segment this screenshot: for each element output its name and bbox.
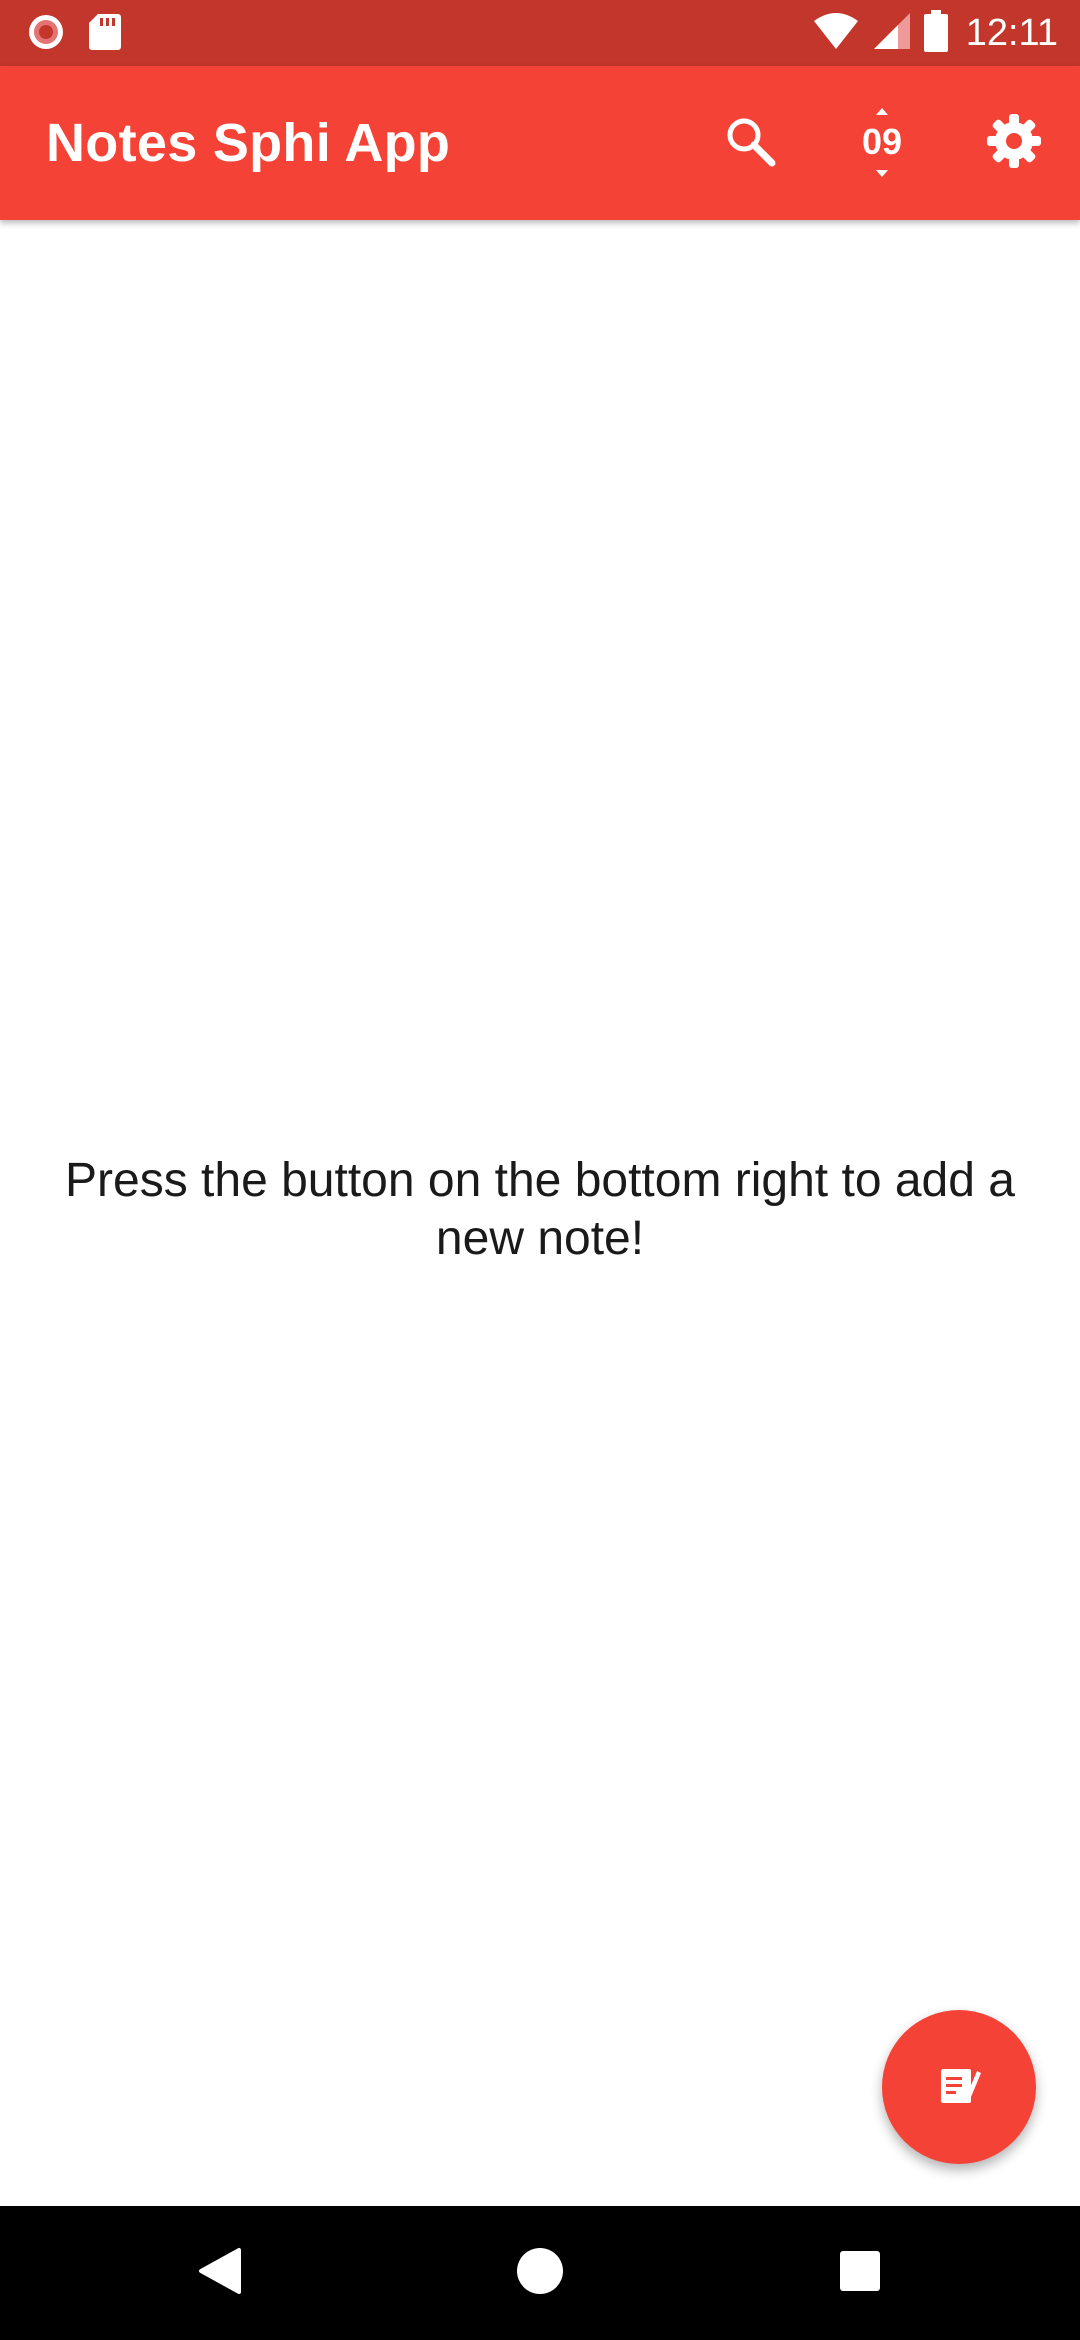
back-button[interactable] [180,2236,260,2310]
sort-button[interactable]: 09 [838,99,926,187]
recents-icon [838,2249,882,2298]
settings-icon [985,112,1043,175]
sort-icon-label: 09 [861,121,903,162]
search-icon [722,113,778,174]
navigation-bar [0,2206,1080,2340]
status-bar: 12:11 [0,0,1080,66]
app-bar: Notes Sphi App 09 [0,66,1080,220]
cell-signal-icon [872,11,912,56]
back-icon [197,2246,243,2301]
battery-icon [923,9,948,57]
empty-state-message: Press the button on the bottom right to … [65,1154,1015,1265]
settings-button[interactable] [970,99,1058,187]
record-icon [26,12,66,57]
recents-button[interactable] [820,2236,900,2310]
sort-icon: 09 [852,107,912,179]
note-add-icon [937,2063,981,2112]
search-button[interactable] [706,99,794,187]
wifi-icon [812,11,860,56]
status-right-icons: 12:11 [812,8,1058,58]
home-button[interactable] [500,2236,580,2310]
status-left-icons [26,12,122,56]
app-title: Notes Sphi App [46,113,451,173]
sd-card-icon [88,12,122,57]
home-icon [516,2247,564,2300]
add-note-button[interactable] [882,2010,1036,2164]
status-time: 12:11 [965,11,1058,54]
screen: 12:11 Notes Sphi App 09 Press the button… [0,0,1080,2340]
